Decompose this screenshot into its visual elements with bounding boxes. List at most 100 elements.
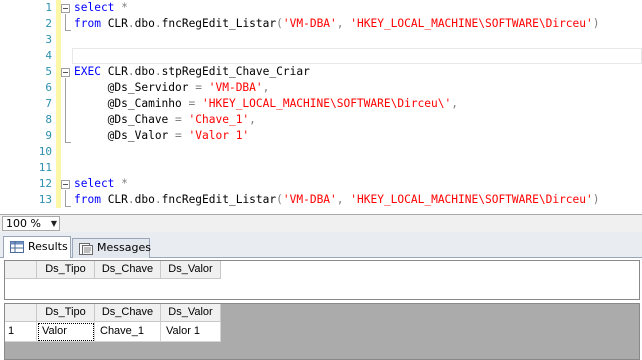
code-token: CLR xyxy=(100,65,128,78)
code-line[interactable]: @Ds_Servidor = 'VM-DBA', xyxy=(74,80,270,96)
table-cell[interactable]: Valor 1 xyxy=(161,322,221,342)
code-token: * xyxy=(114,1,128,14)
code-token: @Ds_Chave xyxy=(74,113,176,126)
code-token: . xyxy=(154,193,162,206)
column-header[interactable]: Ds_Tipo xyxy=(37,304,95,322)
outline-line xyxy=(65,78,66,142)
table-cell[interactable]: Chave_1 xyxy=(95,322,161,342)
current-line-highlight xyxy=(72,48,642,64)
grid-icon xyxy=(10,241,24,253)
grid-corner[interactable] xyxy=(5,261,37,279)
code-token: dbo xyxy=(134,193,155,206)
column-header[interactable]: Ds_Tipo xyxy=(37,261,95,279)
chevron-down-icon[interactable]: ▼ xyxy=(51,217,57,230)
code-token: 'VM-DBA' xyxy=(282,193,337,206)
grid-corner[interactable] xyxy=(5,304,37,322)
code-token: , xyxy=(249,113,256,126)
code-token: CLR xyxy=(100,17,128,30)
code-token: , xyxy=(451,97,458,110)
code-token: fncRegEdit_Listar xyxy=(161,193,277,206)
code-token: = xyxy=(175,129,182,142)
collapse-icon[interactable] xyxy=(61,68,70,77)
code-token: 'VM-DBA' xyxy=(208,81,263,94)
outline-line xyxy=(65,14,66,30)
line-number: 2 xyxy=(45,17,52,30)
code-token: 'HKEY_LOCAL_MACHINE\SOFTWARE\Dirceu' xyxy=(350,17,593,30)
code-token: , xyxy=(336,193,351,206)
line-number: 13 xyxy=(38,193,52,206)
code-token: * xyxy=(114,177,128,190)
result-grid-1[interactable]: Ds_Tipo Ds_Chave Ds_Valor xyxy=(4,260,640,300)
tab-messages-label: Messages xyxy=(97,241,151,254)
query-editor[interactable]: 1 2 3 4 5 6 7 8 9 10 11 12 13 select * from CLR.dbo.f… xyxy=(0,0,642,214)
line-number: 9 xyxy=(45,129,52,142)
tab-results-label: Results xyxy=(28,240,68,253)
code-line[interactable]: @Ds_Caminho = 'HKEY_LOCAL_MACHINE\SOFTWA… xyxy=(74,96,458,112)
code-token: dbo xyxy=(134,17,155,30)
collapse-icon[interactable] xyxy=(61,180,70,189)
table-cell[interactable]: Valor xyxy=(37,322,95,342)
code-token: select xyxy=(74,1,115,14)
code-token: 'HKEY_LOCAL_MACHINE\SOFTWARE\Dirceu\' xyxy=(202,97,452,110)
code-token: @Ds_Servidor xyxy=(74,81,196,94)
tab-results[interactable]: Results xyxy=(3,236,71,259)
code-line[interactable]: from CLR.dbo.fncRegEdit_Listar('VM-DBA',… xyxy=(74,192,600,208)
code-token: 'HKEY_LOCAL_MACHINE\SOFTWARE\Dirceu' xyxy=(350,193,593,206)
code-line[interactable]: from CLR.dbo.fncRegEdit_Listar('VM-DBA',… xyxy=(74,16,600,32)
code-token: . xyxy=(154,17,162,30)
code-token: . xyxy=(127,17,135,30)
collapse-icon[interactable] xyxy=(61,4,70,13)
results-pane: Ds_Tipo Ds_Chave Ds_Valor Ds_Tipo Ds_Cha… xyxy=(0,258,642,360)
code-token: = xyxy=(195,81,202,94)
column-header[interactable]: Ds_Chave xyxy=(95,304,161,322)
zoom-dropdown[interactable]: 100 % ▼ xyxy=(2,216,60,231)
outline-end xyxy=(65,142,71,143)
column-header[interactable]: Ds_Valor xyxy=(161,261,221,279)
code-token: from xyxy=(74,193,101,206)
editor-status-bar: 100 % ▼ xyxy=(0,214,642,232)
code-token: . xyxy=(127,193,135,206)
line-number: 10 xyxy=(38,145,52,158)
code-line[interactable]: select * xyxy=(74,176,128,192)
code-token: @Ds_Caminho xyxy=(74,97,189,110)
code-token: fncRegEdit_Listar xyxy=(161,17,277,30)
line-number: 11 xyxy=(38,161,52,174)
line-number: 12 xyxy=(38,177,52,190)
code-token: , xyxy=(262,81,270,94)
result-grid-2[interactable]: Ds_Tipo Ds_Chave Ds_Valor 1 Valor Chave_… xyxy=(4,303,640,360)
code-token: from xyxy=(74,17,101,30)
zoom-value: 100 % xyxy=(6,217,41,230)
code-token: ( xyxy=(276,17,283,30)
line-number: 3 xyxy=(45,33,52,46)
code-token: stpRegEdit_Chave_Criar xyxy=(161,65,310,78)
code-line[interactable]: select * xyxy=(74,0,128,16)
code-token: 'Chave_1' xyxy=(188,113,250,126)
code-line[interactable]: @Ds_Valor = 'Valor 1' xyxy=(74,128,250,144)
line-number-gutter: 1 2 3 4 5 6 7 8 9 10 11 12 13 xyxy=(0,0,56,214)
column-header[interactable]: Ds_Chave xyxy=(95,261,161,279)
results-tab-strip: Results Messages xyxy=(0,232,642,259)
column-header[interactable]: Ds_Valor xyxy=(161,304,221,322)
tab-messages[interactable]: Messages xyxy=(72,238,151,258)
code-line[interactable]: @Ds_Chave = 'Chave_1', xyxy=(74,112,256,128)
code-token: ( xyxy=(276,193,283,206)
row-header[interactable]: 1 xyxy=(5,322,37,342)
code-token: dbo xyxy=(134,65,155,78)
code-line[interactable]: EXEC CLR.dbo.stpRegEdit_Chave_Criar xyxy=(74,64,310,80)
code-token: @Ds_Valor xyxy=(74,129,176,142)
line-number: 7 xyxy=(45,97,52,110)
line-number: 4 xyxy=(45,49,52,62)
code-token: select xyxy=(74,177,115,190)
code-token: EXEC xyxy=(74,65,101,78)
horizontal-scrollbar[interactable] xyxy=(62,217,640,230)
code-token: ) xyxy=(592,17,600,30)
outline-end xyxy=(65,30,71,31)
messages-icon xyxy=(79,243,93,255)
outline-line xyxy=(65,190,66,206)
line-number: 8 xyxy=(45,113,52,126)
line-number: 5 xyxy=(45,65,52,78)
